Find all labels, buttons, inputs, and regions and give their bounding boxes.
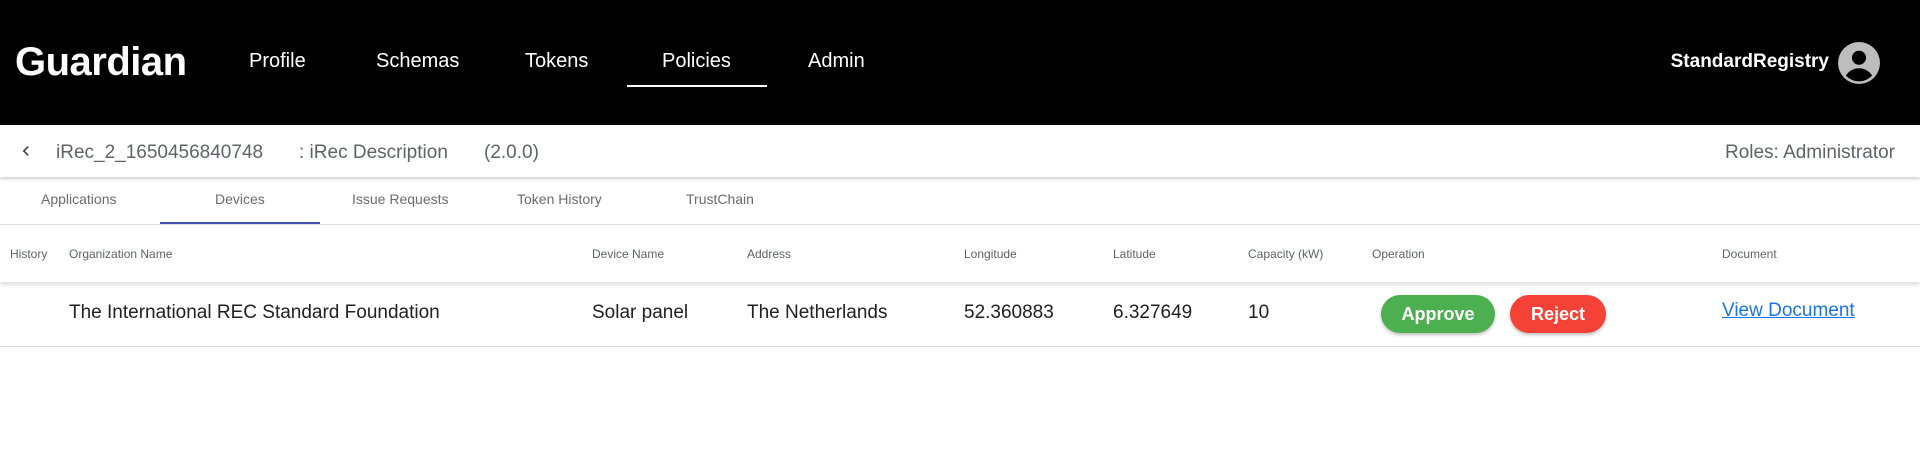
nav-profile[interactable]: Profile	[249, 50, 306, 73]
policy-version: (2.0.0)	[484, 142, 539, 163]
nav-schemas[interactable]: Schemas	[376, 50, 459, 73]
tab-devices[interactable]: Devices	[215, 191, 265, 207]
column-header-history: History	[10, 247, 48, 261]
tab-token-history[interactable]: Token History	[517, 191, 602, 207]
nav-admin[interactable]: Admin	[808, 50, 865, 73]
approve-button[interactable]: Approve	[1381, 295, 1495, 333]
cell-longitude: 52.360883	[964, 302, 1054, 323]
column-header-document: Document	[1722, 247, 1777, 261]
nav-policies[interactable]: Policies	[662, 50, 731, 73]
app-logo: Guardian	[15, 40, 187, 84]
column-header-latitude: Latitude	[1113, 247, 1156, 261]
column-header-capacity: Capacity (kW)	[1248, 247, 1324, 261]
user-roles: Roles: Administrator	[1724, 142, 1895, 163]
reject-button[interactable]: Reject	[1510, 295, 1606, 333]
tab-applications[interactable]: Applications	[41, 191, 117, 207]
cell-latitude: 6.327649	[1113, 302, 1193, 323]
cell-address: The Netherlands	[747, 302, 888, 323]
current-user-name[interactable]: StandardRegistry	[1671, 51, 1829, 73]
tab-active-indicator	[160, 222, 320, 224]
column-header-address: Address	[747, 247, 792, 261]
table-header: History Organization Name Device Name Ad…	[0, 225, 1920, 282]
policy-name: iRec_2_1650456840748	[56, 142, 264, 163]
policy-description: : iRec Description	[299, 142, 448, 163]
column-header-operation: Operation	[1372, 247, 1425, 261]
top-navigation-bar: Guardian Profile Schemas Tokens Policies…	[0, 0, 1920, 125]
column-header-device-name: Device Name	[592, 247, 665, 261]
chevron-left-icon[interactable]	[16, 141, 36, 161]
cell-capacity: 10	[1248, 302, 1270, 323]
view-document-link[interactable]: View Document	[1722, 300, 1855, 322]
policy-tabs: Applications Devices Issue Requests Toke…	[0, 180, 1920, 225]
cell-organization: The International REC Standard Foundatio…	[69, 302, 440, 323]
account-circle-icon[interactable]	[1838, 42, 1880, 84]
column-header-longitude: Longitude	[964, 247, 1017, 261]
nav-tokens[interactable]: Tokens	[525, 50, 588, 73]
policy-info-bar: iRec_2_1650456840748 : iRec Description …	[0, 125, 1920, 177]
tab-issue-requests[interactable]: Issue Requests	[352, 191, 449, 207]
table-row: The International REC Standard Foundatio…	[0, 282, 1920, 347]
tab-trustchain[interactable]: TrustChain	[686, 191, 754, 207]
cell-device-name: Solar panel	[592, 302, 689, 323]
nav-active-indicator	[627, 85, 767, 87]
column-header-organization: Organization Name	[69, 247, 173, 261]
